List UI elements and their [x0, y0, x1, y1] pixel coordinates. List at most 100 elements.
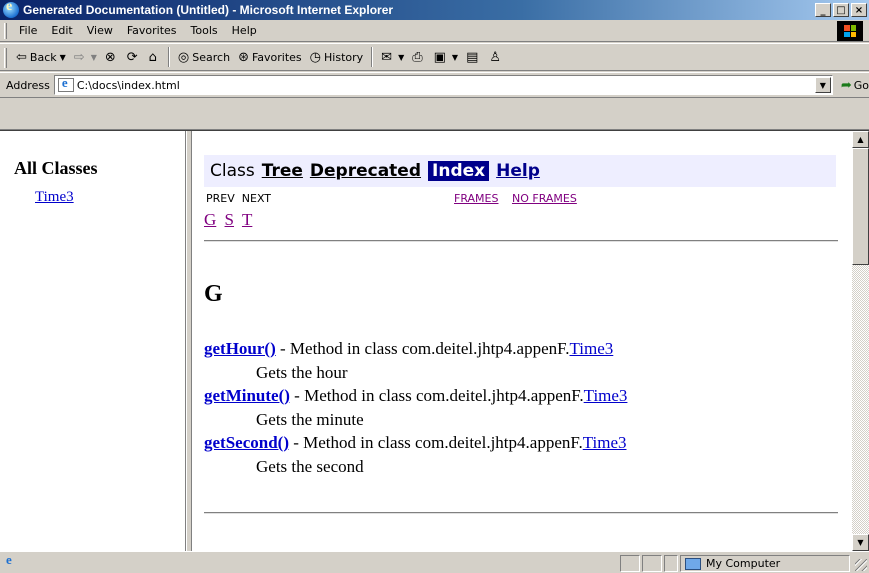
refresh-button[interactable]: ⟳	[123, 46, 145, 68]
title-bar: Generated Documentation (Untitled) - Mic…	[0, 0, 869, 20]
forward-arrow-icon: ⇨	[73, 49, 85, 65]
history-icon: ◷	[309, 49, 322, 65]
close-button[interactable]: ×	[851, 3, 867, 17]
window-title: Generated Documentation (Untitled) - Mic…	[23, 3, 394, 17]
stop-button[interactable]: ⊗	[101, 46, 123, 68]
back-button[interactable]: ⇦ Back ▼	[12, 46, 70, 68]
toolbar-separator	[371, 47, 374, 67]
entry-text: - Method in class com.deitel.jhtp4.appen…	[289, 386, 584, 405]
zone-label: My Computer	[706, 557, 781, 570]
maximize-button[interactable]: □	[833, 3, 849, 17]
go-label: Go	[853, 78, 869, 92]
status-pane	[664, 555, 678, 572]
entry-text: - Method in class com.deitel.jhtp4.appen…	[288, 433, 583, 452]
letter-link-s[interactable]: S	[225, 210, 234, 229]
edit-button[interactable]: ▣ ▼	[430, 46, 462, 68]
nav-help-link[interactable]: Help	[496, 161, 540, 181]
all-classes-frame: All Classes Time3	[0, 131, 186, 551]
status-pane	[620, 555, 640, 572]
home-icon: ⌂	[148, 49, 157, 65]
section-letter-heading: G	[204, 281, 223, 307]
address-input[interactable]: C:\docs\index.html ▼	[53, 75, 833, 95]
windows-logo-icon	[837, 21, 863, 41]
home-button[interactable]: ⌂	[145, 46, 164, 68]
nav-deprecated-link[interactable]: Deprecated	[310, 161, 421, 181]
top-navbar: Class Tree Deprecated Index Help	[204, 155, 836, 187]
letter-link-g[interactable]: G	[204, 210, 216, 229]
vertical-scrollbar[interactable]: ▲ ▼	[852, 131, 869, 551]
address-value[interactable]: C:\docs\index.html	[77, 79, 180, 92]
page-status-icon	[4, 552, 18, 570]
divider	[204, 512, 838, 514]
menu-view[interactable]: View	[80, 22, 120, 39]
scroll-down-button[interactable]: ▼	[852, 534, 869, 551]
nav-index-current: Index	[428, 161, 490, 181]
print-button[interactable]: ⎙	[408, 46, 429, 68]
ie-logo-icon	[3, 0, 19, 18]
prev-label: PREV	[206, 192, 235, 205]
index-entry: getSecond() - Method in class com.deitel…	[204, 431, 627, 455]
menubar-grip[interactable]	[4, 23, 7, 39]
discuss-icon: ▤	[466, 49, 479, 65]
toolbar-grip[interactable]	[4, 48, 7, 68]
no-frames-link[interactable]: NO FRAMES	[512, 192, 577, 205]
favorites-icon: ⊛	[238, 49, 249, 65]
chevron-down-icon[interactable]: ▼	[60, 53, 66, 62]
scroll-thumb[interactable]	[852, 148, 869, 265]
method-link-gethour[interactable]: getHour()	[204, 339, 276, 358]
index-frame: Class Tree Deprecated Index Help PREV NE…	[192, 131, 852, 551]
class-link-time3[interactable]: Time3	[583, 433, 627, 452]
method-link-getsecond[interactable]: getSecond()	[204, 433, 289, 452]
next-label: NEXT	[241, 192, 272, 205]
stop-icon: ⊗	[104, 49, 116, 65]
mail-icon: ✉	[381, 49, 393, 65]
frames-link[interactable]: FRAMES	[454, 192, 498, 205]
letter-link-t[interactable]: T	[242, 210, 252, 229]
history-button[interactable]: ◷ History	[306, 46, 367, 68]
forward-button[interactable]: ⇨ ▼	[70, 46, 101, 68]
entry-text: - Method in class com.deitel.jhtp4.appen…	[275, 339, 570, 358]
menu-help[interactable]: Help	[225, 22, 264, 39]
search-button[interactable]: ◎ Search	[174, 46, 234, 68]
menu-bar: File Edit View Favorites Tools Help	[0, 20, 869, 42]
nav-class: Class	[210, 161, 255, 181]
frames-nav: FRAMES NO FRAMES	[454, 192, 587, 205]
favorites-label: Favorites	[251, 50, 302, 64]
menu-edit[interactable]: Edit	[44, 22, 79, 39]
computer-icon	[685, 557, 701, 570]
menu-tools[interactable]: Tools	[184, 22, 225, 39]
mail-button[interactable]: ✉ ▼	[377, 46, 408, 68]
security-zone: My Computer	[680, 555, 850, 572]
minimize-button[interactable]: _	[815, 3, 831, 17]
scroll-up-button[interactable]: ▲	[852, 131, 869, 148]
class-link-time3[interactable]: Time3	[570, 339, 614, 358]
menu-file[interactable]: File	[12, 22, 44, 39]
letter-index: G S T	[204, 210, 256, 230]
chevron-down-icon[interactable]: ▼	[452, 53, 458, 62]
discuss-button[interactable]: ▤	[462, 46, 485, 68]
toolbar-separator	[167, 47, 170, 67]
history-label: History	[324, 50, 364, 64]
back-label: Back	[29, 50, 57, 64]
class-link-time3[interactable]: Time3	[35, 189, 74, 206]
go-button[interactable]: ➦ Go	[841, 78, 869, 93]
messenger-button[interactable]: ♙	[485, 46, 508, 68]
index-entry: getMinute() - Method in class com.deitel…	[204, 384, 627, 408]
word-icon: ▣	[433, 49, 446, 65]
chevron-down-icon[interactable]: ▼	[398, 53, 404, 62]
refresh-icon: ⟳	[126, 49, 138, 65]
entry-description: Gets the hour	[256, 362, 348, 382]
chevron-down-icon[interactable]: ▼	[91, 53, 97, 62]
print-icon: ⎙	[412, 49, 423, 65]
menu-favorites[interactable]: Favorites	[120, 22, 184, 39]
page-icon	[57, 75, 74, 92]
method-link-getminute[interactable]: getMinute()	[204, 386, 290, 405]
window-controls: _ □ ×	[813, 3, 867, 17]
nav-tree-link[interactable]: Tree	[262, 161, 303, 181]
status-pane	[642, 555, 662, 572]
class-link-time3[interactable]: Time3	[584, 386, 628, 405]
address-dropdown-button[interactable]: ▼	[814, 77, 831, 93]
resize-grip-icon[interactable]	[855, 559, 867, 571]
favorites-button[interactable]: ⊛ Favorites	[234, 46, 306, 68]
go-arrow-icon: ➦	[840, 77, 852, 93]
